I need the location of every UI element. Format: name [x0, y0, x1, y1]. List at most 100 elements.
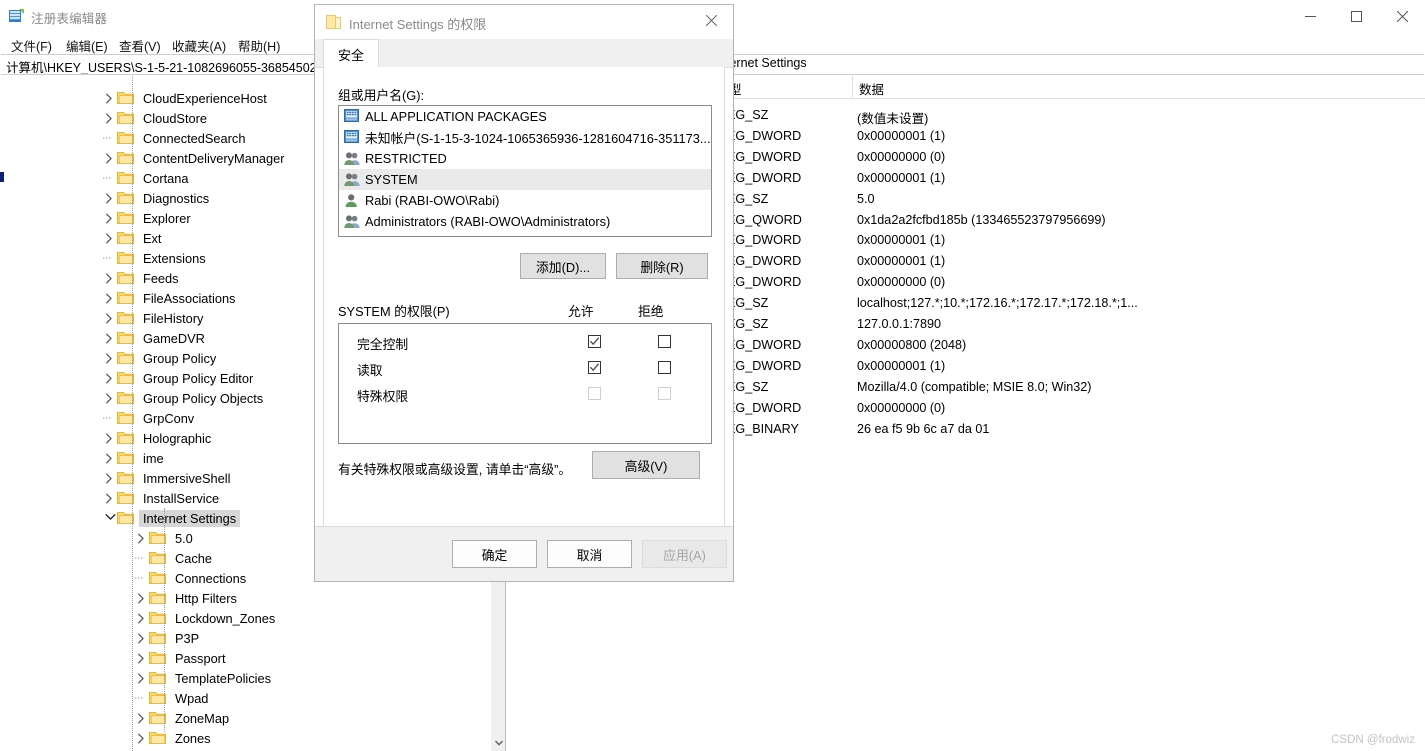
allow-checkbox[interactable]: [588, 361, 601, 374]
principal-name: SYSTEM: [365, 172, 418, 187]
minimize-button[interactable]: [1287, 0, 1333, 32]
dialog-body: 组或用户名(G): ALL APPLICATION PACKAGES 未知帐户(S…: [323, 67, 725, 527]
menu-view[interactable]: 查看(V): [115, 35, 165, 56]
tree-item-label: InstallService: [143, 490, 220, 506]
menu-edit[interactable]: 编辑(E): [62, 35, 112, 56]
chevron-right-icon[interactable]: [133, 650, 149, 666]
menu-favorites[interactable]: 收藏夹(A): [168, 35, 230, 56]
tree-item-passport[interactable]: Passport: [1, 648, 490, 668]
chevron-right-icon[interactable]: [133, 610, 149, 626]
address-text: 计算机\HKEY_USERS\S-1-5-21-1082696055-36854…: [6, 61, 317, 75]
advanced-button[interactable]: 高级(V): [592, 451, 700, 479]
chevron-right-icon[interactable]: [101, 310, 117, 326]
close-button[interactable]: [1379, 0, 1425, 32]
chevron-right-icon[interactable]: [101, 290, 117, 306]
value-type-cell: EG_DWORD: [727, 128, 802, 143]
value-data-cell: 0x00000001 (1): [857, 358, 946, 373]
tree-spacer: [101, 130, 117, 146]
column-header-data[interactable]: 数据: [853, 76, 1425, 98]
chevron-right-icon[interactable]: [133, 590, 149, 606]
apply-button: 应用(A): [642, 540, 727, 568]
tree-item-p3p[interactable]: P3P: [1, 628, 490, 648]
tree-item-label: TemplatePolicies: [175, 670, 272, 686]
chevron-right-icon[interactable]: [133, 670, 149, 686]
principal-list-item[interactable]: 未知帐户(S-1-15-3-1024-1065365936-1281604716…: [339, 127, 711, 148]
chevron-right-icon[interactable]: [101, 450, 117, 466]
chevron-right-icon[interactable]: [133, 710, 149, 726]
value-type-cell: EG_DWORD: [727, 400, 802, 415]
tree-item-label: Group Policy: [143, 350, 217, 366]
tree-item-label: Group Policy Editor: [143, 370, 254, 386]
value-data-cell: 0x00000001 (1): [857, 170, 946, 185]
chevron-right-icon[interactable]: [133, 530, 149, 546]
chevron-right-icon[interactable]: [101, 350, 117, 366]
tree-item-label: P3P: [175, 630, 200, 646]
chevron-right-icon[interactable]: [101, 110, 117, 126]
value-data-cell: 26 ea f5 9b 6c a7 da 01: [857, 421, 990, 436]
tree-spacer: [101, 410, 117, 426]
principal-list-item[interactable]: SYSTEM: [339, 169, 711, 190]
scroll-down-icon[interactable]: [491, 734, 505, 751]
permission-row: 读取: [339, 356, 711, 381]
column-header-type[interactable]: 型: [723, 76, 853, 98]
chevron-right-icon[interactable]: [101, 190, 117, 206]
tree-item-lockdown-zones[interactable]: Lockdown_Zones: [1, 608, 490, 628]
tree-connector-line: [132, 76, 134, 751]
tree-item-label: Cache: [175, 550, 212, 566]
tree-item-templatepolicies[interactable]: TemplatePolicies: [1, 668, 490, 688]
value-type-cell: EG_DWORD: [727, 149, 802, 164]
chevron-right-icon[interactable]: [101, 490, 117, 506]
chevron-right-icon[interactable]: [101, 270, 117, 286]
chevron-down-icon[interactable]: [101, 510, 117, 526]
tree-item-label: Extensions: [143, 250, 206, 266]
menu-file[interactable]: 文件(F): [7, 35, 56, 56]
tree-spacer: [101, 250, 117, 266]
menu-help[interactable]: 帮助(H): [234, 35, 284, 56]
tree-spacer: [101, 170, 117, 186]
tab-security[interactable]: 安全: [323, 39, 380, 67]
tree-item-zones[interactable]: Zones: [1, 728, 490, 748]
chevron-right-icon[interactable]: [101, 390, 117, 406]
chevron-right-icon[interactable]: [101, 470, 117, 486]
tree-item-label: GameDVR: [143, 330, 205, 346]
principal-list-item[interactable]: Administrators (RABI-OWO\Administrators): [339, 211, 711, 232]
chevron-right-icon[interactable]: [133, 730, 149, 746]
tree-item-label: CloudStore: [143, 110, 208, 126]
value-type-cell: EG_DWORD: [727, 233, 802, 248]
chevron-right-icon[interactable]: [101, 430, 117, 446]
window-edge-marker: [0, 172, 4, 182]
chevron-right-icon[interactable]: [101, 150, 117, 166]
chevron-right-icon[interactable]: [101, 230, 117, 246]
window-title: 注册表编辑器: [31, 12, 108, 26]
principal-list-item[interactable]: RESTRICTED: [339, 148, 711, 169]
cancel-button[interactable]: 取消: [547, 540, 632, 568]
group-or-user-list[interactable]: ALL APPLICATION PACKAGES 未知帐户(S-1-15-3-10…: [338, 105, 712, 237]
tree-item-wpad[interactable]: Wpad: [1, 688, 490, 708]
value-type-cell: EG_DWORD: [727, 358, 802, 373]
add-button[interactable]: 添加(D)...: [520, 253, 606, 279]
chevron-right-icon[interactable]: [101, 90, 117, 106]
principal-list-item[interactable]: Rabi (RABI-OWO\Rabi): [339, 190, 711, 211]
allow-checkbox[interactable]: [588, 335, 601, 348]
tree-item-label: CloudExperienceHost: [143, 90, 267, 106]
permissions-grid[interactable]: 完全控制 读取 特殊权限: [338, 323, 712, 444]
deny-checkbox[interactable]: [658, 361, 671, 374]
value-data-cell: 5.0: [857, 191, 875, 206]
maximize-button[interactable]: [1333, 0, 1379, 32]
tree-item-label: FileAssociations: [143, 290, 236, 306]
chevron-right-icon[interactable]: [101, 210, 117, 226]
ok-button[interactable]: 确定: [452, 540, 537, 568]
deny-checkbox[interactable]: [658, 335, 671, 348]
permissions-dialog: Internet Settings 的权限 安全 组或用户名(G): ALL A…: [314, 4, 734, 582]
app-package-icon: [344, 129, 360, 146]
chevron-right-icon[interactable]: [101, 330, 117, 346]
dialog-close-button[interactable]: [689, 5, 733, 35]
value-data-cell: 0x00000000 (0): [857, 275, 946, 290]
tree-item-zonemap[interactable]: ZoneMap: [1, 708, 490, 728]
principal-list-item[interactable]: ALL APPLICATION PACKAGES: [339, 106, 711, 127]
tree-item-http-filters[interactable]: Http Filters: [1, 588, 490, 608]
remove-button[interactable]: 删除(R): [616, 253, 708, 279]
user-icon: [344, 193, 360, 209]
chevron-right-icon[interactable]: [101, 370, 117, 386]
chevron-right-icon[interactable]: [133, 630, 149, 646]
